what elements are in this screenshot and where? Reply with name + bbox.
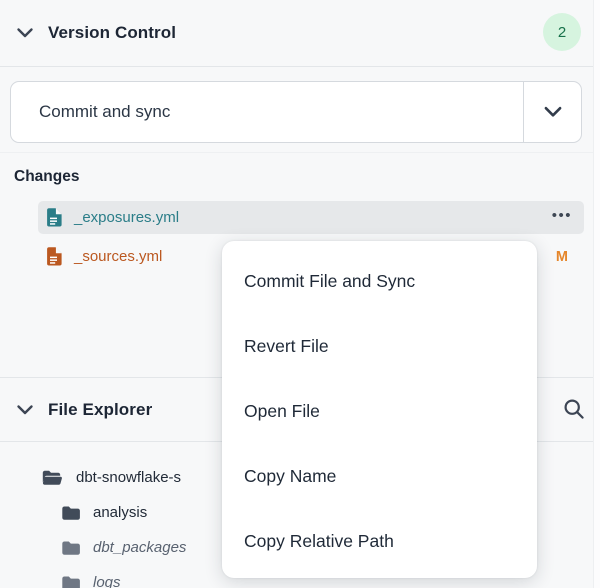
menu-item-copy-relative-path[interactable]: Copy Relative Path	[222, 509, 537, 574]
changed-file-name: _sources.yml	[74, 248, 162, 265]
changes-count-value: 2	[558, 24, 566, 41]
commit-action-dropdown[interactable]: Commit and sync	[10, 81, 582, 143]
scrollbar-track[interactable]	[593, 0, 600, 588]
tree-item-label: analysis	[93, 504, 147, 521]
divider	[0, 152, 600, 153]
folder-open-icon	[42, 470, 63, 485]
divider	[0, 66, 600, 67]
chevron-down-icon[interactable]	[14, 22, 36, 44]
folder-icon	[62, 576, 80, 588]
menu-item-commit-file-and-sync[interactable]: Commit File and Sync	[222, 249, 537, 314]
tree-item-label: dbt_packages	[93, 539, 186, 556]
file-explorer-title: File Explorer	[48, 400, 152, 420]
tree-item-label: dbt-snowflake-s	[76, 469, 181, 486]
modified-status-flag: M	[556, 249, 568, 265]
yml-file-icon	[47, 247, 62, 266]
yml-file-icon	[47, 208, 62, 227]
changes-count-badge: 2	[543, 13, 581, 51]
file-search-button[interactable]	[560, 395, 588, 423]
changes-section-label: Changes	[14, 168, 79, 186]
tree-item-label: logs	[93, 574, 121, 588]
folder-icon	[62, 506, 80, 520]
chevron-down-icon	[541, 100, 565, 124]
changed-file-row-exposures[interactable]: _exposures.yml •••	[38, 201, 584, 234]
commit-action-caret-button[interactable]	[523, 82, 581, 142]
menu-item-open-file[interactable]: Open File	[222, 379, 537, 444]
commit-action-label[interactable]: Commit and sync	[11, 82, 523, 142]
chevron-down-icon[interactable]	[14, 399, 36, 421]
file-context-menu: Commit File and Sync Revert File Open Fi…	[222, 241, 537, 578]
more-actions-icon[interactable]: •••	[552, 208, 572, 227]
version-control-header[interactable]: Version Control	[0, 0, 600, 66]
folder-icon	[62, 541, 80, 555]
version-control-panel: Version Control 2 Commit and sync Change…	[0, 0, 600, 588]
search-icon	[562, 397, 586, 421]
changed-file-name: _exposures.yml	[74, 209, 179, 226]
version-control-title: Version Control	[48, 23, 176, 43]
menu-item-copy-name[interactable]: Copy Name	[222, 444, 537, 509]
menu-item-revert-file[interactable]: Revert File	[222, 314, 537, 379]
